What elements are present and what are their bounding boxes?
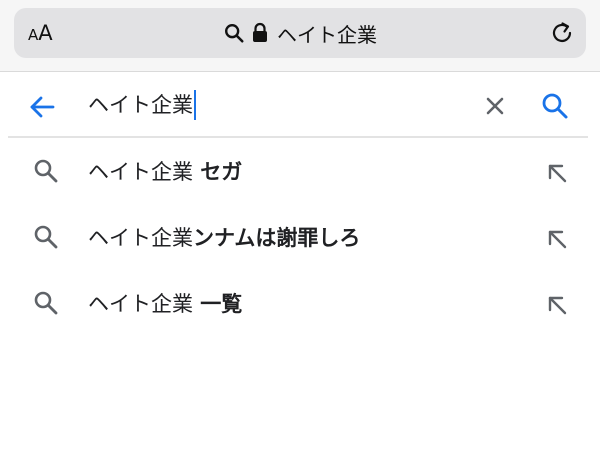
suggestion-prefix: ヘイト企業 — [88, 160, 193, 184]
suggestion-completion: 一覧 — [193, 292, 243, 316]
suggestion-text: ヘイト企業ンナムは謝罪しろ — [88, 221, 360, 255]
suggestion-list: ヘイト企業 セガ ヘイト企業ンナムは謝罪しろ ヘイト企業 一覧 — [0, 140, 600, 338]
fill-query-arrow-icon[interactable] — [546, 228, 568, 250]
search-submit-icon[interactable] — [540, 91, 570, 121]
search-icon — [34, 291, 58, 315]
fill-query-arrow-icon[interactable] — [546, 294, 568, 316]
search-icon — [225, 24, 244, 43]
browser-toolbar: AA ヘイト企業 — [0, 0, 600, 72]
search-input[interactable]: ヘイト企業 — [88, 87, 196, 123]
suggestion-completion: ンナムは謝罪しろ — [193, 226, 361, 250]
close-icon[interactable] — [484, 95, 506, 117]
suggestion-text: ヘイト企業 一覧 — [88, 287, 242, 321]
url-display[interactable]: ヘイト企業 — [14, 8, 586, 58]
back-arrow-icon[interactable] — [28, 93, 56, 121]
lock-icon — [253, 22, 267, 42]
suggestion-prefix: ヘイト企業 — [88, 292, 193, 316]
reload-icon[interactable] — [548, 19, 576, 47]
search-input-value: ヘイト企業 — [88, 93, 193, 117]
divider — [8, 136, 588, 138]
url-text: ヘイト企業 — [277, 22, 377, 47]
suggestion-prefix: ヘイト企業 — [88, 226, 193, 250]
fill-query-arrow-icon[interactable] — [546, 162, 568, 184]
suggestion-item[interactable]: ヘイト企業 一覧 — [0, 272, 600, 338]
suggestion-item[interactable]: ヘイト企業 セガ — [0, 140, 600, 206]
suggestion-text: ヘイト企業 セガ — [88, 155, 242, 189]
suggestion-item[interactable]: ヘイト企業ンナムは謝罪しろ — [0, 206, 600, 272]
search-bar: ヘイト企業 — [0, 73, 600, 137]
search-icon — [34, 159, 58, 183]
text-caret — [194, 90, 196, 120]
address-bar[interactable]: AA ヘイト企業 — [14, 8, 586, 58]
search-icon — [34, 225, 58, 249]
suggestion-completion: セガ — [193, 160, 243, 184]
